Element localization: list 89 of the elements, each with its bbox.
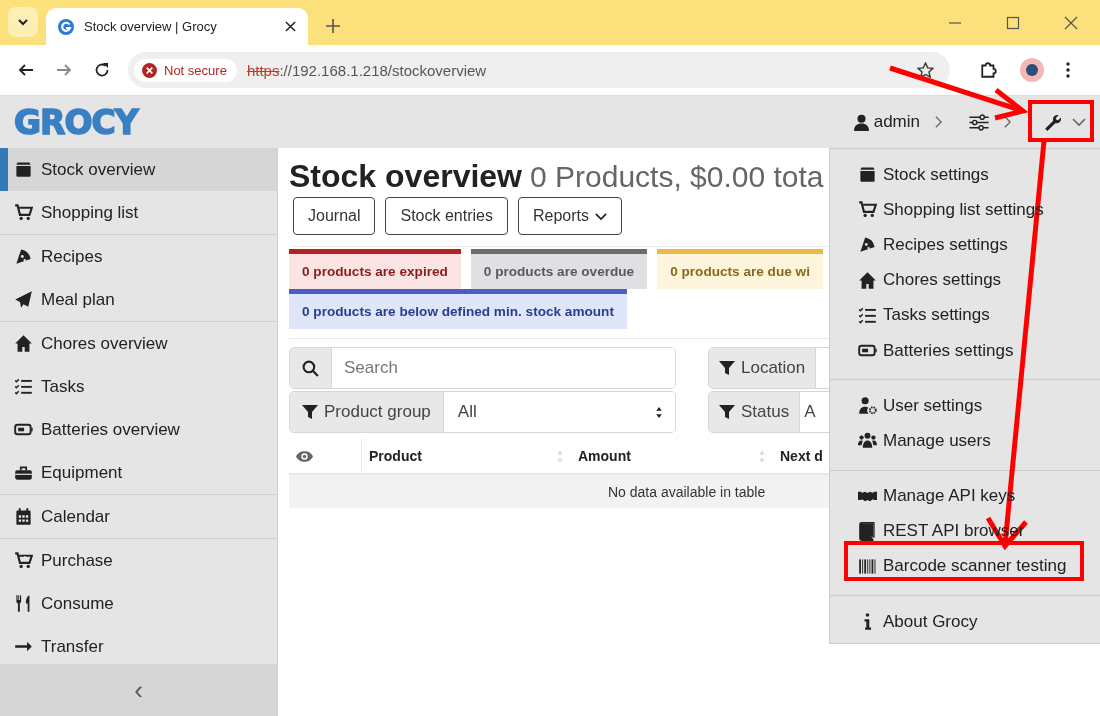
sidebar-item[interactable]: Consume (0, 582, 277, 625)
checklist-icon (858, 305, 877, 325)
page-title: Stock overview (289, 158, 522, 194)
column-header[interactable]: Product (369, 448, 422, 464)
collapse-sidebar-button[interactable]: ‹ (0, 664, 277, 716)
calendar-icon (14, 507, 33, 526)
sidebar-item[interactable]: Calendar (0, 495, 277, 538)
cart-plus-icon (14, 551, 33, 570)
sidebar-item[interactable]: Stock overview (0, 148, 277, 191)
security-chip[interactable]: Not secure (134, 58, 237, 82)
profile-avatar-icon[interactable] (1020, 58, 1044, 82)
dropdown-button[interactable]: Reports (517, 197, 622, 235)
menu-item[interactable]: User settings (830, 388, 1100, 424)
maximize-icon[interactable] (1006, 16, 1020, 30)
checklist-icon (14, 377, 33, 396)
wrench-icon (1044, 113, 1062, 131)
tab-title: Stock overview | Grocy (84, 19, 218, 34)
filter-icon (719, 360, 735, 376)
sidebar-item[interactable]: Meal plan (0, 278, 277, 321)
outline-button[interactable]: Stock entries (385, 197, 508, 235)
search-field[interactable]: Search (289, 347, 676, 389)
favicon-icon (58, 18, 74, 35)
new-tab-icon[interactable] (326, 19, 340, 33)
sidebar-item[interactable]: Tasks (0, 365, 277, 408)
cart-icon (14, 203, 33, 222)
chevron-right-icon (1003, 115, 1012, 129)
sort-icon (655, 405, 663, 419)
pizza-icon (858, 235, 877, 255)
eye-icon[interactable] (296, 449, 313, 463)
chevron-down-icon (17, 16, 29, 28)
user-menu[interactable]: admin (852, 112, 920, 132)
puzzle-icon[interactable] (980, 61, 998, 79)
chevron-down-icon (1072, 117, 1086, 127)
reload-icon[interactable] (94, 62, 110, 78)
menu-item[interactable]: Stock settings (830, 157, 1100, 193)
status-alert[interactable]: 0 products are expired (289, 249, 461, 289)
chevron-down-icon (595, 211, 607, 221)
filter-icon (719, 404, 735, 420)
menu-item[interactable]: Batteries settings (830, 332, 1100, 369)
browser-tab[interactable]: Stock overview | Grocy (46, 8, 308, 45)
empty-table-message: No data available in table (608, 483, 766, 500)
sidebar-item[interactable]: Chores overview (0, 322, 277, 365)
menu-item[interactable]: Tasks settings (830, 297, 1100, 333)
sidebar-item[interactable]: Shopping list (0, 191, 277, 234)
page-subtitle: 0 Products, $0.00 tota (530, 160, 824, 193)
users-icon (858, 431, 877, 451)
status-alert[interactable]: 0 products are due wi (657, 249, 823, 289)
user-gear-icon (858, 396, 877, 416)
sidebar-item[interactable]: Transfer (0, 625, 277, 664)
menu-item[interactable]: Chores settings (830, 262, 1100, 298)
menu-item[interactable]: Manage users (830, 423, 1100, 459)
bookmark-star-icon[interactable] (917, 61, 934, 79)
url-text: https://192.168.1.218/stockoverview (246, 61, 487, 79)
home-icon (14, 334, 33, 353)
chevron-right-icon (934, 115, 943, 129)
close-icon[interactable] (285, 21, 296, 32)
user-icon (852, 113, 870, 131)
error-icon (142, 62, 157, 78)
tab-search-button[interactable] (8, 7, 38, 37)
security-label: Not secure (164, 62, 227, 78)
column-header[interactable]: Amount (578, 448, 631, 464)
home-icon (858, 270, 877, 290)
menu-item[interactable]: About Grocy (830, 604, 1100, 640)
menu-icon[interactable] (1066, 62, 1070, 78)
box-icon (14, 160, 33, 179)
column-header[interactable]: Next d (780, 448, 823, 464)
product-group-filter[interactable]: Product group All (289, 391, 676, 433)
sliders-icon[interactable] (969, 113, 989, 131)
status-alert[interactable]: 0 products are below defined min. stock amount (289, 289, 627, 329)
annotation-frame (1028, 100, 1094, 142)
back-icon[interactable] (18, 62, 34, 78)
menu-item[interactable]: Barcode scanner testing (830, 548, 1100, 585)
forward-icon[interactable] (56, 62, 72, 78)
filter-icon (302, 404, 318, 420)
location-filter[interactable]: Location (708, 347, 829, 389)
address-bar[interactable]: Not secure https://192.168.1.218/stockoverview (128, 52, 950, 88)
book-icon (858, 521, 877, 541)
sidebar-item[interactable]: Recipes (0, 235, 277, 278)
cart-icon (858, 200, 877, 220)
sidebar-item[interactable]: Equipment (0, 451, 277, 494)
status-alert[interactable]: 0 products are overdue (470, 249, 648, 289)
sidebar-item[interactable]: Purchase (0, 539, 277, 582)
pizza-icon (14, 247, 33, 266)
menu-item[interactable]: Recipes settings (830, 227, 1100, 263)
box-icon (858, 165, 877, 185)
paper-plane-icon (14, 290, 33, 309)
outline-button[interactable]: Journal (293, 197, 376, 235)
sidebar-item[interactable]: Batteries overview (0, 408, 277, 451)
search-icon (302, 359, 319, 377)
